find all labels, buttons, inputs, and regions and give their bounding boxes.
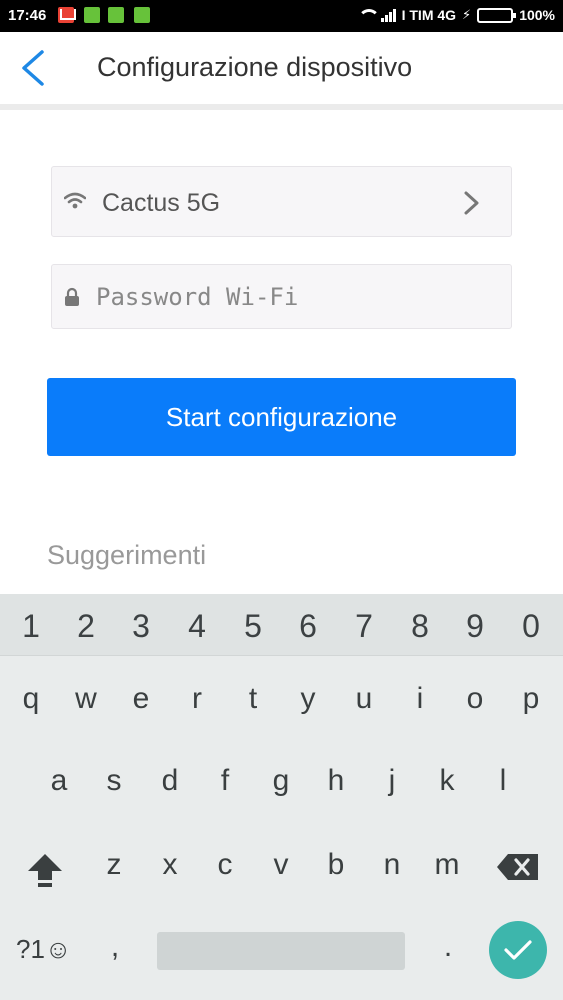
on-screen-keyboard: 1 2 3 4 5 6 7 8 9 0 q w e r t y u i o p … (0, 594, 563, 1000)
shift-icon[interactable] (24, 850, 66, 890)
battery-icon (477, 7, 517, 23)
key-h[interactable]: h (311, 764, 361, 798)
key-2[interactable]: 2 (61, 608, 111, 645)
key-comma[interactable]: , (90, 930, 140, 964)
app-notification-icon (84, 7, 100, 23)
key-d[interactable]: d (145, 764, 195, 798)
suggestions-heading: Suggerimenti (47, 540, 207, 570)
key-w[interactable]: w (61, 682, 111, 716)
key-y[interactable]: y (283, 682, 333, 716)
key-p[interactable]: p (506, 682, 556, 716)
carrier-label: I TIM 4G (401, 7, 457, 23)
key-o[interactable]: o (450, 682, 500, 716)
gmail-notification-icon (58, 7, 76, 23)
wifi-network-name: Cactus 5G (102, 189, 221, 217)
key-8[interactable]: 8 (395, 608, 445, 645)
key-0[interactable]: 0 (506, 608, 556, 645)
cell-signal-icon (380, 8, 396, 22)
status-time: 17:46 (8, 7, 47, 24)
key-3[interactable]: 3 (116, 608, 166, 645)
key-z[interactable]: z (89, 848, 139, 882)
key-7[interactable]: 7 (339, 608, 389, 645)
key-j[interactable]: j (367, 764, 417, 798)
header-divider (0, 104, 563, 110)
symbols-key[interactable]: ?1☺ (16, 934, 71, 965)
key-l[interactable]: l (478, 764, 528, 798)
wifi-signal-icon (357, 8, 380, 22)
key-g[interactable]: g (256, 764, 306, 798)
key-v[interactable]: v (256, 848, 306, 882)
wifi-password-field (51, 264, 512, 329)
android-notification-icon (108, 7, 124, 23)
key-a[interactable]: a (34, 764, 84, 798)
key-s[interactable]: s (89, 764, 139, 798)
checkmark-icon (504, 940, 532, 960)
wifi-icon (63, 191, 87, 211)
key-x[interactable]: x (145, 848, 195, 882)
app-header: Configurazione dispositivo (0, 32, 563, 104)
page-title: Configurazione dispositivo (97, 52, 413, 82)
charging-icon: ⚡ (462, 7, 472, 22)
key-m[interactable]: m (422, 848, 472, 882)
key-1[interactable]: 1 (6, 608, 56, 645)
key-k[interactable]: k (422, 764, 472, 798)
key-4[interactable]: 4 (172, 608, 222, 645)
key-e[interactable]: e (116, 682, 166, 716)
key-6[interactable]: 6 (283, 608, 333, 645)
backspace-icon[interactable] (496, 852, 540, 882)
key-u[interactable]: u (339, 682, 389, 716)
password-input[interactable] (96, 279, 496, 315)
key-5[interactable]: 5 (228, 608, 278, 645)
wifi-network-selector[interactable]: Cactus 5G (51, 166, 512, 237)
key-b[interactable]: b (311, 848, 361, 882)
battery-percent: 100% (519, 7, 555, 23)
key-f[interactable]: f (200, 764, 250, 798)
key-c[interactable]: c (200, 848, 250, 882)
start-configuration-button[interactable]: Start configurazione (47, 378, 516, 456)
key-t[interactable]: t (228, 682, 278, 716)
chevron-right-icon (461, 189, 483, 217)
key-n[interactable]: n (367, 848, 417, 882)
key-r[interactable]: r (172, 682, 222, 716)
key-q[interactable]: q (6, 682, 56, 716)
status-indicators: I TIM 4G ⚡ 100% (357, 7, 555, 23)
status-bar: 17:46 I TIM 4G ⚡ 100% (0, 0, 563, 32)
key-9[interactable]: 9 (450, 608, 500, 645)
spacebar[interactable] (157, 932, 405, 970)
done-key[interactable] (489, 921, 547, 979)
back-arrow-icon[interactable] (16, 48, 56, 88)
key-period[interactable]: . (423, 930, 473, 964)
lock-icon (64, 287, 80, 307)
android-notification-icon (134, 7, 150, 23)
number-row: 1 2 3 4 5 6 7 8 9 0 (0, 594, 563, 656)
key-i[interactable]: i (395, 682, 445, 716)
